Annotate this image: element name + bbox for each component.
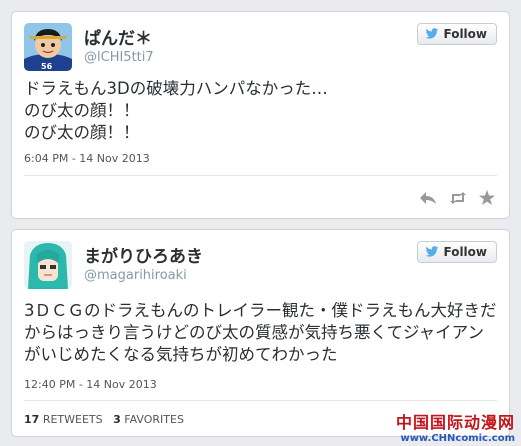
tweet-text-line: 3ＤＣＧのドラえもんのトレイラー観た・僕ドラえもん大好きだ [24,301,497,320]
favorites-count[interactable]: 3 [113,413,121,426]
follow-button[interactable]: Follow [417,23,497,45]
divider [24,400,497,401]
follow-button-label: Follow [443,27,487,41]
tweet-card: 56 ぱんだ＊ @lCHI5tti7 Follow ドラえもん3Dの破壊力ハンパ… [11,11,510,219]
twitter-bird-icon [425,246,439,257]
favorites-label[interactable]: FAVORITES [124,413,184,426]
avatar[interactable]: 56 [24,23,72,71]
reply-icon[interactable] [419,191,437,205]
tweet-text-line: のび太の顔！！ [24,123,140,142]
retweet-icon[interactable] [449,191,467,205]
divider [24,175,497,176]
username[interactable]: @lCHI5tti7 [84,50,154,65]
favorite-star-icon[interactable] [479,190,495,205]
site-watermark: 中国国际动漫网 www.CHNcomic.com [396,409,515,444]
follow-button-label: Follow [443,245,487,259]
tweet-card: まがりひろあき @magarihiroaki Follow 3ＤＣＧのドラえもん… [11,229,510,437]
retweets-label[interactable]: RETWEETS [43,413,103,426]
tweet-text-line: からはっきり言うけどのび太の質感が気持ち悪くてジャイアン [24,323,485,342]
display-name[interactable]: ぱんだ＊ [84,24,152,49]
tweet-timestamp[interactable]: 6:04 PM - 14 Nov 2013 [24,152,150,165]
svg-text:56: 56 [41,62,53,71]
tweet-stats: 17 RETWEETS 3 FAVORITES [24,413,184,426]
teal-hair-character-avatar-icon [24,241,72,289]
tweet-actions [419,190,495,205]
display-name[interactable]: まがりひろあき [84,242,203,267]
anime-character-avatar-icon: 56 [24,23,72,71]
watermark-url: www.CHNcomic.com [400,433,515,444]
tweet-text-line: ドラえもん3Dの破壊力ハンパなかった… [24,79,328,98]
username[interactable]: @magarihiroaki [84,268,187,283]
tweet-text: ドラえもん3Dの破壊力ハンパなかった… のび太の顔！！ のび太の顔！！ [24,78,328,144]
retweets-count[interactable]: 17 [24,413,39,426]
tweet-timestamp[interactable]: 12:40 PM - 14 Nov 2013 [24,378,157,391]
watermark-title: 中国国际动漫网 [395,413,515,432]
twitter-bird-icon [425,28,439,39]
follow-button[interactable]: Follow [417,241,497,263]
avatar[interactable] [24,241,72,289]
tweet-text: 3ＤＣＧのドラえもんのトレイラー観た・僕ドラえもん大好きだ からはっきり言うけど… [24,300,502,366]
tweet-text-line: がいじめたくなる気持ちが初めてわかった [24,345,338,364]
tweet-text-line: のび太の顔！！ [24,101,140,120]
